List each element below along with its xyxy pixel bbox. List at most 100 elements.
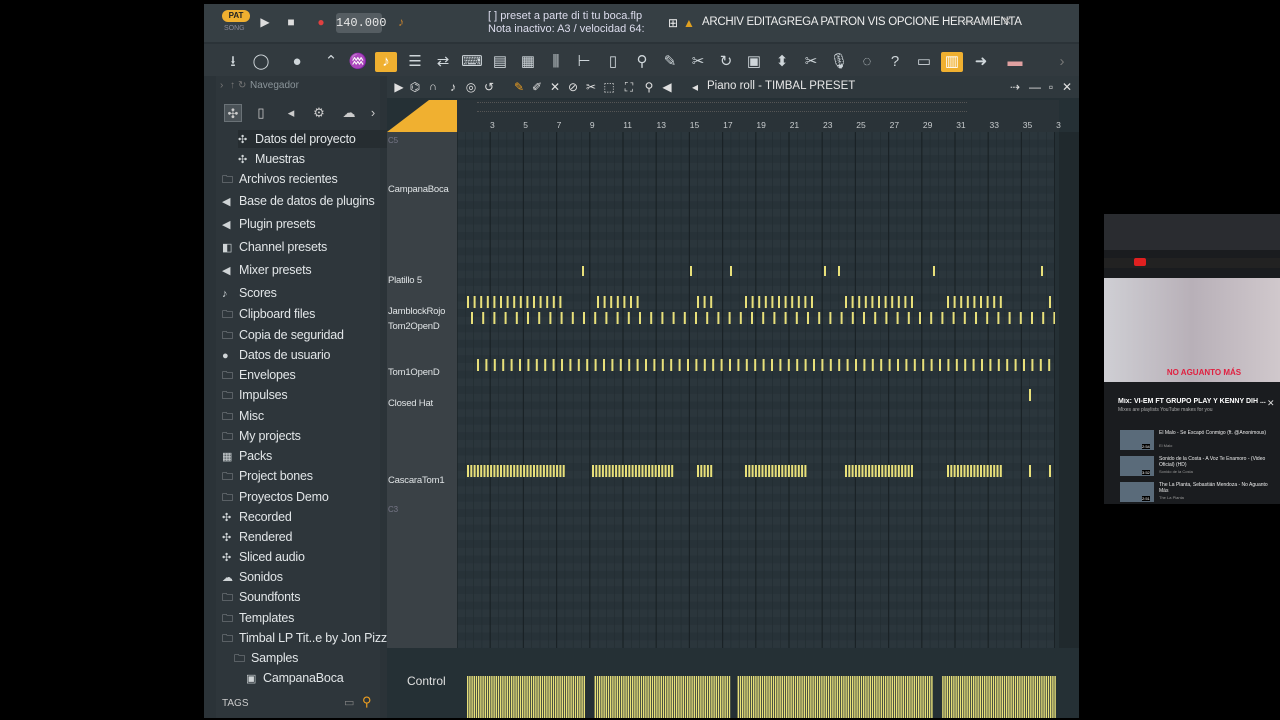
note[interactable]	[562, 465, 565, 477]
note[interactable]	[955, 359, 958, 371]
velocity-bar[interactable]	[640, 676, 643, 718]
note[interactable]	[650, 312, 653, 324]
note[interactable]	[1031, 312, 1033, 324]
velocity-bar[interactable]	[986, 676, 988, 718]
velocity-bar[interactable]	[1032, 676, 1034, 718]
note[interactable]	[818, 312, 821, 324]
note[interactable]	[486, 296, 489, 308]
render-icon[interactable]: ⬍	[771, 52, 793, 72]
velocity-bar[interactable]	[506, 676, 508, 718]
note[interactable]	[854, 465, 857, 477]
note[interactable]	[884, 465, 887, 477]
note[interactable]	[1029, 465, 1031, 477]
note[interactable]	[467, 465, 469, 477]
note[interactable]	[605, 465, 608, 477]
chat-icon[interactable]: ◌	[856, 52, 878, 72]
note[interactable]	[950, 465, 953, 477]
note[interactable]	[891, 465, 894, 477]
slice-icon[interactable]: ✂	[583, 79, 599, 95]
velocity-bar[interactable]	[748, 676, 750, 718]
velocity-bar[interactable]	[486, 676, 489, 718]
note[interactable]	[748, 465, 751, 477]
note[interactable]	[651, 465, 654, 477]
note[interactable]	[510, 359, 513, 371]
target-icon[interactable]: ◎	[463, 79, 479, 95]
velocity-bar[interactable]	[647, 676, 649, 718]
note[interactable]	[483, 465, 486, 477]
note[interactable]	[583, 312, 585, 324]
cloud-tab-icon[interactable]: ☁	[340, 104, 358, 122]
help-icon[interactable]: ?	[884, 52, 906, 72]
note[interactable]	[896, 312, 899, 324]
velocity-bar[interactable]	[898, 676, 900, 718]
velocity-bar[interactable]	[651, 676, 654, 718]
note[interactable]	[905, 359, 908, 371]
note[interactable]	[539, 465, 542, 477]
undo-icon[interactable]: ↻	[715, 52, 737, 72]
note[interactable]	[787, 359, 790, 371]
note[interactable]	[503, 465, 506, 477]
window-icon[interactable]: ▭	[913, 52, 935, 72]
velocity-bar[interactable]	[473, 676, 475, 718]
note[interactable]	[671, 465, 674, 477]
note[interactable]	[477, 359, 479, 371]
note[interactable]	[778, 296, 780, 308]
minimize-icon[interactable]: —	[1027, 79, 1043, 95]
note[interactable]	[697, 296, 699, 308]
note[interactable]	[598, 465, 601, 477]
control-label[interactable]: Control	[407, 674, 446, 688]
maximize-icon[interactable]: ▫	[984, 14, 988, 28]
note[interactable]	[784, 296, 787, 308]
note[interactable]	[963, 465, 966, 477]
note[interactable]	[784, 465, 787, 477]
velocity-bar[interactable]	[623, 676, 625, 718]
note[interactable]	[811, 296, 813, 308]
velocity-bar[interactable]	[792, 676, 794, 718]
note[interactable]	[1008, 312, 1011, 324]
youtube-logo-icon[interactable]	[1134, 258, 1146, 266]
note[interactable]	[502, 359, 505, 371]
note[interactable]	[1049, 296, 1051, 308]
velocity-bar[interactable]	[513, 676, 515, 718]
velocity-bar[interactable]	[970, 676, 973, 718]
playlist-item[interactable]: 2:51 The La Planta, Sebastián Mendoza - N…	[1120, 480, 1276, 504]
note[interactable]	[670, 359, 673, 371]
velocity-bar[interactable]	[779, 676, 781, 718]
plugin-icon[interactable]: ⚲	[631, 52, 653, 72]
velocity-bar[interactable]	[988, 676, 990, 718]
note[interactable]	[729, 359, 731, 371]
note[interactable]	[848, 465, 851, 477]
note[interactable]	[493, 312, 496, 324]
close-icon[interactable]: ✕	[1059, 79, 1075, 95]
browser-item[interactable]: 🗀 Templates	[222, 609, 294, 627]
velocity-bar[interactable]	[495, 676, 497, 718]
speaker-icon[interactable]: ◀	[659, 79, 675, 95]
velocity-bar[interactable]	[478, 676, 480, 718]
note[interactable]	[549, 465, 552, 477]
note[interactable]	[787, 465, 790, 477]
velocity-bar[interactable]	[511, 676, 513, 718]
velocity-bar[interactable]	[676, 676, 678, 718]
note[interactable]	[1042, 312, 1045, 324]
velocity-bar[interactable]	[832, 676, 834, 718]
note[interactable]	[754, 465, 757, 477]
velocity-bar[interactable]	[874, 676, 876, 718]
velocity-bar[interactable]	[966, 676, 968, 718]
velocity-bar[interactable]	[691, 676, 693, 718]
note[interactable]	[845, 465, 847, 477]
pattern-icon[interactable]: ☰	[404, 52, 426, 72]
velocity-bar[interactable]	[999, 676, 1001, 718]
velocity-bar[interactable]	[526, 676, 528, 718]
velocity-bar[interactable]	[942, 676, 944, 718]
note[interactable]	[630, 296, 632, 308]
velocity-bar[interactable]	[544, 676, 546, 718]
velocity-bar[interactable]	[922, 676, 924, 718]
velocity-bar[interactable]	[737, 676, 739, 718]
note[interactable]	[963, 312, 966, 324]
note[interactable]	[901, 465, 904, 477]
note[interactable]	[672, 312, 675, 324]
velocity-bar[interactable]	[1014, 676, 1017, 718]
velocity-bar[interactable]	[546, 676, 548, 718]
note[interactable]	[536, 465, 539, 477]
velocity-bar[interactable]	[698, 676, 700, 718]
